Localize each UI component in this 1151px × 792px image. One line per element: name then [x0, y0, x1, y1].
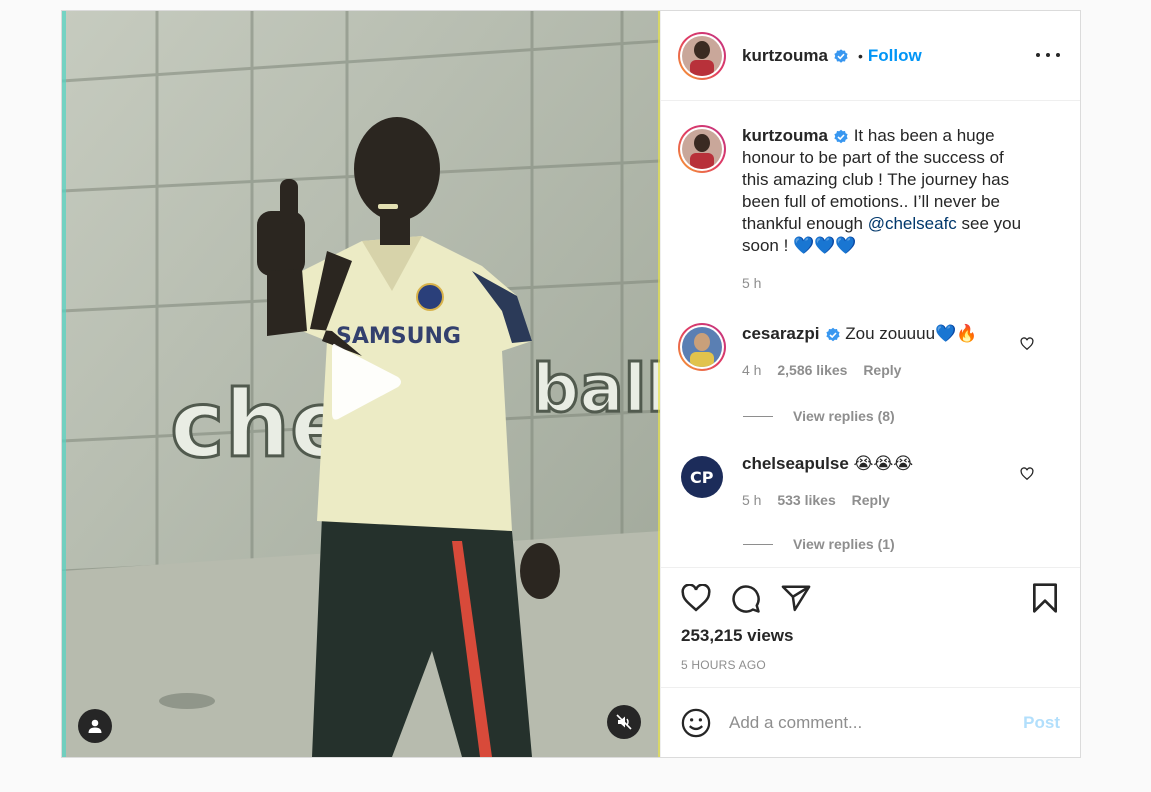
view-replies-button[interactable]: View replies (1) — [743, 536, 895, 552]
heart-icon[interactable] — [1020, 337, 1034, 351]
comment-item: cesarazpi Zou zouuuu💙🔥 4 h 2,586 likes R… — [678, 323, 1058, 381]
svg-text:CP: CP — [690, 468, 714, 487]
verified-badge-icon — [825, 327, 840, 341]
comment-username[interactable]: chelseapulse — [742, 454, 849, 473]
post-caption: kurtzouma It has been a huge honour to b… — [678, 125, 1058, 294]
view-count[interactable]: 253,215 views — [681, 626, 793, 646]
replies-divider — [743, 415, 773, 417]
view-replies-label: View replies (8) — [793, 408, 895, 424]
comment-likes[interactable]: 533 likes — [777, 492, 835, 508]
comment-body: Zou zouuuu💙🔥 — [845, 324, 978, 343]
add-comment-bar: Post — [661, 687, 1080, 757]
share-icon[interactable] — [781, 584, 811, 612]
mute-toggle-button[interactable] — [607, 705, 641, 739]
caption-author-avatar[interactable] — [678, 125, 726, 173]
wall-sign-right: ball cl — [532, 350, 661, 427]
comment-time[interactable]: 4 h — [742, 362, 761, 378]
caption-username[interactable]: kurtzouma — [742, 126, 828, 145]
replies-divider — [743, 543, 773, 545]
bookmark-icon[interactable] — [1031, 582, 1059, 614]
video-player[interactable]: chels ball cl SAMSUNG — [62, 11, 661, 757]
comments-section[interactable]: kurtzouma It has been a huge honour to b… — [661, 101, 1080, 567]
comment-text: chelseapulse 😭😭😭 5 h 533 likes Reply — [742, 453, 913, 511]
play-icon — [332, 343, 401, 420]
play-button[interactable] — [324, 337, 406, 427]
chelseapulse-logo: CP — [681, 456, 723, 498]
commenter-avatar[interactable]: CP — [678, 453, 726, 501]
author-username[interactable]: kurtzouma — [742, 46, 828, 66]
add-comment-input[interactable] — [729, 712, 999, 733]
post-side-panel: kurtzouma • Follow kurtzouma It has been… — [661, 11, 1080, 757]
comment-icon[interactable] — [731, 584, 761, 614]
caption-text: kurtzouma It has been a huge honour to b… — [742, 125, 1032, 294]
post-actions: 253,215 views 5 HOURS AGO — [661, 567, 1080, 687]
header-separator: • — [857, 47, 863, 64]
caption-avatar-image — [682, 129, 722, 169]
follow-button[interactable]: Follow — [868, 46, 922, 66]
comment-item: CP chelseapulse 😭😭😭 5 h 533 likes Reply — [678, 453, 1058, 511]
post-header: kurtzouma • Follow — [661, 11, 1080, 101]
comment-body: 😭😭😭 — [853, 454, 914, 473]
view-replies-button[interactable]: View replies (8) — [743, 408, 895, 424]
comment-likes[interactable]: 2,586 likes — [777, 362, 847, 378]
muted-speaker-icon — [616, 714, 632, 730]
reply-button[interactable]: Reply — [852, 492, 890, 508]
post-comment-button[interactable]: Post — [1023, 713, 1060, 733]
view-replies-label: View replies (1) — [793, 536, 895, 552]
emoji-icon[interactable] — [681, 708, 711, 738]
commenter-avatar[interactable] — [678, 323, 726, 371]
comment-text: cesarazpi Zou zouuuu💙🔥 4 h 2,586 likes R… — [742, 323, 977, 381]
commenter-avatar-image — [682, 327, 722, 367]
like-button-heart-icon[interactable] — [681, 584, 711, 612]
tagged-users-button[interactable] — [78, 709, 112, 743]
author-avatar[interactable] — [678, 31, 726, 80]
comment-time[interactable]: 5 h — [742, 492, 761, 508]
verified-badge-icon — [834, 48, 848, 63]
heart-icon[interactable] — [1020, 467, 1034, 481]
caption-mention-link[interactable]: @chelseafc — [868, 214, 957, 233]
more-options-button[interactable] — [1036, 47, 1060, 63]
verified-badge-icon — [834, 129, 848, 143]
reply-button[interactable]: Reply — [863, 362, 901, 378]
user-tag-icon — [88, 719, 102, 733]
author-avatar-image — [682, 35, 722, 76]
more-options-icon — [1036, 53, 1040, 57]
comment-username[interactable]: cesarazpi — [742, 324, 820, 343]
caption-timestamp[interactable]: 5 h — [742, 272, 1032, 294]
post-time-ago[interactable]: 5 HOURS AGO — [681, 658, 766, 672]
post-card: chels ball cl SAMSUNG — [61, 10, 1081, 758]
